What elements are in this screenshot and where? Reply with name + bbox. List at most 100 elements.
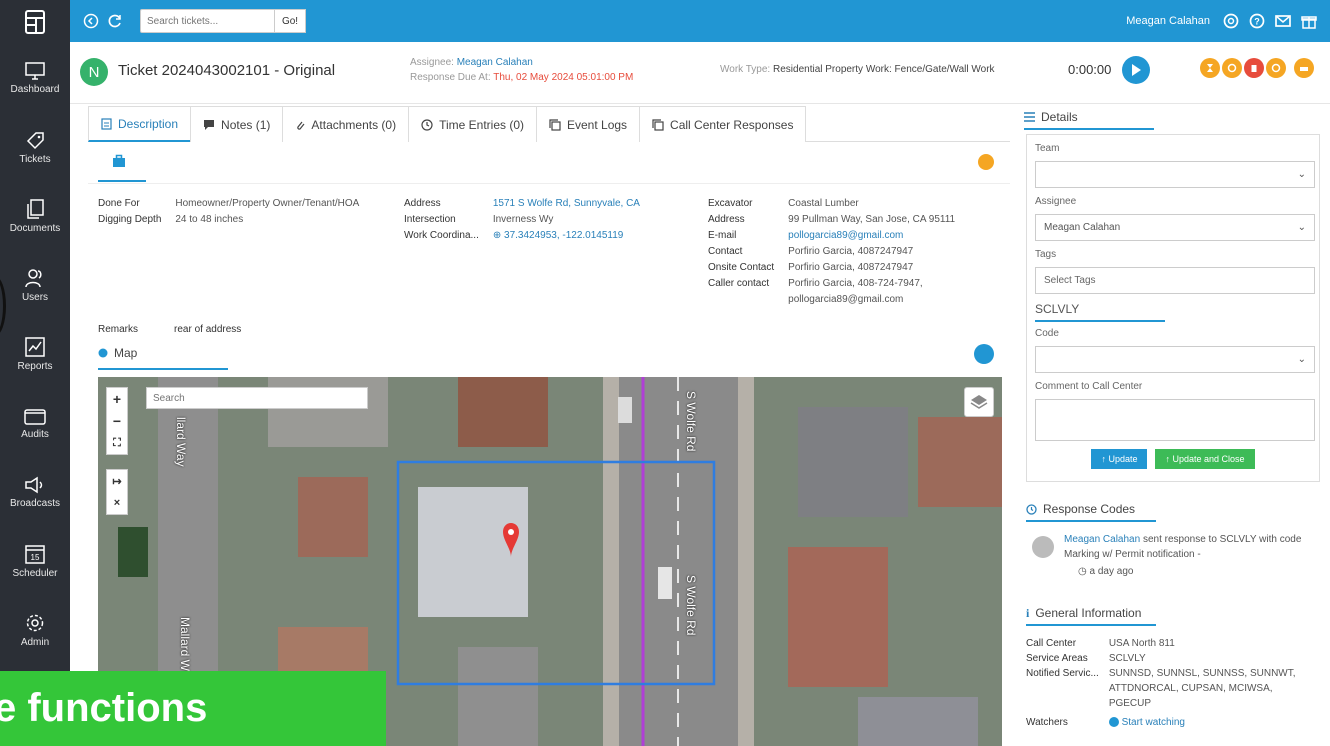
tags-placeholder: Select Tags xyxy=(1044,275,1096,286)
details-header: Details xyxy=(1024,106,1324,128)
general-info-title: General Information xyxy=(1035,606,1142,620)
details-title: Details xyxy=(1041,110,1078,124)
sidebar-item-tickets[interactable]: Tickets xyxy=(0,113,70,182)
layers-icon xyxy=(970,395,988,409)
info-key: Contact xyxy=(708,246,743,257)
help-icon[interactable]: ? xyxy=(1248,12,1266,30)
briefcase-icon[interactable] xyxy=(112,154,126,168)
address-link[interactable]: 1571 S Wolfe Rd, Sunnyvale, CA xyxy=(493,196,640,212)
hourglass-button[interactable] xyxy=(1200,58,1220,78)
tab-call-center-responses[interactable]: Call Center Responses xyxy=(639,106,807,142)
sidebar-item-documents[interactable]: Documents xyxy=(0,182,70,251)
measure-button[interactable]: ↦ xyxy=(107,470,127,492)
info-col-location: Address 1571 S Wolfe Rd, Sunnyvale, CA In… xyxy=(404,196,640,244)
team-label: Team xyxy=(1035,143,1060,154)
assignee-link[interactable]: Meagan Calahan xyxy=(457,57,533,68)
info-key: Address xyxy=(404,198,441,209)
sidebar-item-admin[interactable]: Admin xyxy=(0,596,70,665)
tags-select[interactable]: Select Tags xyxy=(1035,267,1315,294)
code-label: Code xyxy=(1035,328,1059,339)
tab-description[interactable]: Description xyxy=(88,106,192,142)
zoom-out-button[interactable]: − xyxy=(107,410,127,432)
svg-text:?: ? xyxy=(1254,17,1260,27)
tab-notes[interactable]: Notes (1) xyxy=(190,106,284,142)
section-underline xyxy=(1035,320,1165,322)
details-form: Team ⌄ Assignee Meagan Calahan ⌄ Tags Sel… xyxy=(1026,134,1320,482)
back-icon[interactable] xyxy=(82,12,100,30)
tab-event-logs[interactable]: Event Logs xyxy=(536,106,641,142)
monitor-icon xyxy=(25,62,45,80)
top-icons: ? xyxy=(1222,12,1318,30)
fullscreen-button[interactable]: ⛶ xyxy=(107,432,127,454)
details-panel: Details Team ⌄ Assignee Meagan Calahan ⌄ … xyxy=(1024,106,1324,746)
info-value: SCLVLY xyxy=(1108,653,1146,664)
cancel-button[interactable] xyxy=(1266,58,1286,78)
chart-icon xyxy=(25,337,45,357)
ticket-search-input[interactable] xyxy=(140,9,275,33)
refresh-icon[interactable] xyxy=(106,12,124,30)
assignee-select[interactable]: Meagan Calahan ⌄ xyxy=(1035,214,1315,241)
info-key: Work Coordina... xyxy=(404,230,479,241)
banner-text: e functions xyxy=(0,686,208,730)
street-label: llard Way xyxy=(174,417,188,467)
map-header: Map xyxy=(98,346,137,360)
users-icon xyxy=(25,269,42,288)
globe-icon xyxy=(98,348,108,358)
start-watching-link[interactable]: Start watching xyxy=(1108,711,1309,730)
info-value: Porfirio Garcia, 4087247947 xyxy=(788,246,914,257)
main-content: Description Notes (1) Attachments (0) Ti… xyxy=(88,106,1010,746)
info-key: Done For xyxy=(98,198,140,209)
app-logo[interactable] xyxy=(0,0,70,44)
sidebar-item-dashboard[interactable]: Dashboard xyxy=(0,44,70,113)
tab-time-entries[interactable]: Time Entries (0) xyxy=(408,106,537,142)
support-icon[interactable] xyxy=(1222,12,1240,30)
response-entry: Meagan Calahan sent response to SCLVLY w… xyxy=(1026,532,1322,579)
response-user-link[interactable]: Meagan Calahan xyxy=(1064,534,1140,545)
search-go-button[interactable]: Go! xyxy=(275,9,306,33)
clear-button[interactable]: × xyxy=(107,492,127,514)
edit-button[interactable] xyxy=(978,154,994,170)
copy-ticket-button[interactable] xyxy=(1222,58,1242,78)
info-value: 24 to 48 inches xyxy=(175,214,244,225)
tab-attachments[interactable]: Attachments (0) xyxy=(282,106,410,142)
print-button[interactable] xyxy=(1294,58,1314,78)
tab-label: Attachments (0) xyxy=(311,117,397,132)
mail-icon[interactable] xyxy=(1274,12,1292,30)
sidebar-item-scheduler[interactable]: 15 Scheduler xyxy=(0,527,70,596)
map-search-input[interactable] xyxy=(146,387,368,409)
email-link[interactable]: pollogarcia89@gmail.com xyxy=(788,228,955,244)
due-label: Response Due At: xyxy=(410,72,491,83)
sidebar-item-users[interactable]: Users xyxy=(0,251,70,320)
clock-icon: ◷ xyxy=(1078,566,1087,577)
map-layer-toggle-button[interactable] xyxy=(974,344,994,364)
play-timer-button[interactable] xyxy=(1122,56,1150,84)
sidebar-item-audits[interactable]: Audits xyxy=(0,389,70,458)
update-and-close-button[interactable]: ↑ Update and Close xyxy=(1155,449,1255,469)
sidebar-item-broadcasts[interactable]: Broadcasts xyxy=(0,458,70,527)
eye-icon xyxy=(1108,717,1119,728)
copy-icon xyxy=(652,118,664,131)
sidebar-item-reports[interactable]: Reports xyxy=(0,320,70,389)
gift-icon[interactable] xyxy=(1300,12,1318,30)
update-button[interactable]: ↑ Update xyxy=(1091,449,1148,469)
layers-button[interactable] xyxy=(964,387,994,417)
chevron-down-icon: ⌄ xyxy=(1297,169,1306,180)
ticket-search: Go! xyxy=(140,9,306,33)
sidebar-item-label: Users xyxy=(21,292,49,303)
coordinates-link[interactable]: ⊕ 37.3424953, -122.0145119 xyxy=(493,228,640,244)
zoom-in-button[interactable]: + xyxy=(107,388,127,410)
info-key: Digging Depth xyxy=(98,214,162,225)
sidebar-item-label: Dashboard xyxy=(10,84,60,95)
user-name[interactable]: Meagan Calahan xyxy=(1126,15,1210,27)
general-info-header: i General Information xyxy=(1026,602,1322,624)
chevron-down-icon: ⌄ xyxy=(1297,222,1306,233)
assignee-value: Meagan Calahan xyxy=(1044,222,1121,233)
comment-textarea[interactable] xyxy=(1035,399,1315,441)
timer: 0:00:00 xyxy=(1068,62,1112,77)
map-underline xyxy=(98,368,228,370)
delete-button[interactable] xyxy=(1244,58,1264,78)
sidebar-item-label: Reports xyxy=(17,361,53,372)
code-select[interactable]: ⌄ xyxy=(1035,346,1315,373)
ticket-status-avatar: N xyxy=(80,58,108,86)
team-select[interactable]: ⌄ xyxy=(1035,161,1315,188)
